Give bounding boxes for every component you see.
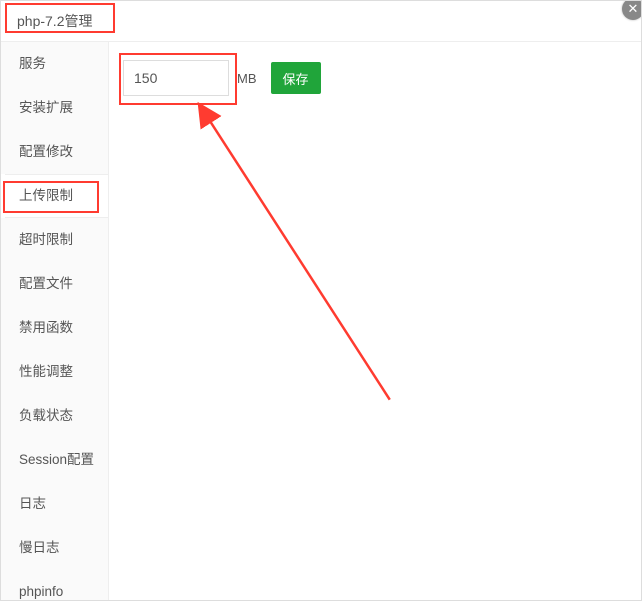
sidebar-item-upload-limit[interactable]: 上传限制 — [1, 174, 108, 218]
sidebar-item-slow-log[interactable]: 慢日志 — [1, 526, 108, 570]
unit-label: MB — [237, 71, 257, 86]
sidebar-item-label: 安装扩展 — [19, 100, 73, 115]
sidebar-item-label: 负载状态 — [19, 408, 73, 423]
sidebar-item-timeout-limit[interactable]: 超时限制 — [1, 218, 108, 262]
sidebar-item-label: 日志 — [19, 496, 46, 511]
sidebar-item-label: 慢日志 — [19, 540, 60, 555]
close-button[interactable]: ✕ — [622, 0, 642, 20]
sidebar-item-label: 配置文件 — [19, 276, 73, 291]
title-bar: php-7.2管理 — [1, 1, 641, 42]
dialog-window: ✕ php-7.2管理 服务 安装扩展 配置修改 上传限制 超时限制 配置文件 … — [0, 0, 642, 601]
sidebar-item-config-modify[interactable]: 配置修改 — [1, 130, 108, 174]
save-button[interactable]: 保存 — [271, 62, 321, 94]
sidebar-item-label: 配置修改 — [19, 144, 73, 159]
sidebar-item-disable-func[interactable]: 禁用函数 — [1, 306, 108, 350]
sidebar-item-perf-tune[interactable]: 性能调整 — [1, 350, 108, 394]
sidebar-item-load-status[interactable]: 负载状态 — [1, 394, 108, 438]
sidebar: 服务 安装扩展 配置修改 上传限制 超时限制 配置文件 禁用函数 性能调整 负载… — [1, 42, 109, 601]
dialog-body: 服务 安装扩展 配置修改 上传限制 超时限制 配置文件 禁用函数 性能调整 负载… — [1, 42, 641, 601]
sidebar-item-install-ext[interactable]: 安装扩展 — [1, 86, 108, 130]
sidebar-item-config-file[interactable]: 配置文件 — [1, 262, 108, 306]
sidebar-item-label: 性能调整 — [19, 364, 73, 379]
sidebar-item-label: Session配置 — [19, 452, 94, 467]
content-pane: MB 保存 — [109, 42, 641, 601]
dialog-title: php-7.2管理 — [17, 13, 92, 29]
sidebar-item-service[interactable]: 服务 — [1, 42, 108, 86]
sidebar-item-label: 服务 — [19, 56, 46, 71]
sidebar-item-log[interactable]: 日志 — [1, 482, 108, 526]
close-icon: ✕ — [628, 1, 639, 17]
upload-limit-input[interactable] — [123, 60, 229, 96]
sidebar-item-phpinfo[interactable]: phpinfo — [1, 570, 108, 601]
sidebar-item-label: 禁用函数 — [19, 320, 73, 335]
upload-limit-row: MB 保存 — [123, 60, 627, 96]
sidebar-item-label: 超时限制 — [19, 232, 73, 247]
sidebar-item-session-config[interactable]: Session配置 — [1, 438, 108, 482]
sidebar-item-label: phpinfo — [19, 584, 63, 599]
sidebar-item-label: 上传限制 — [19, 188, 73, 203]
